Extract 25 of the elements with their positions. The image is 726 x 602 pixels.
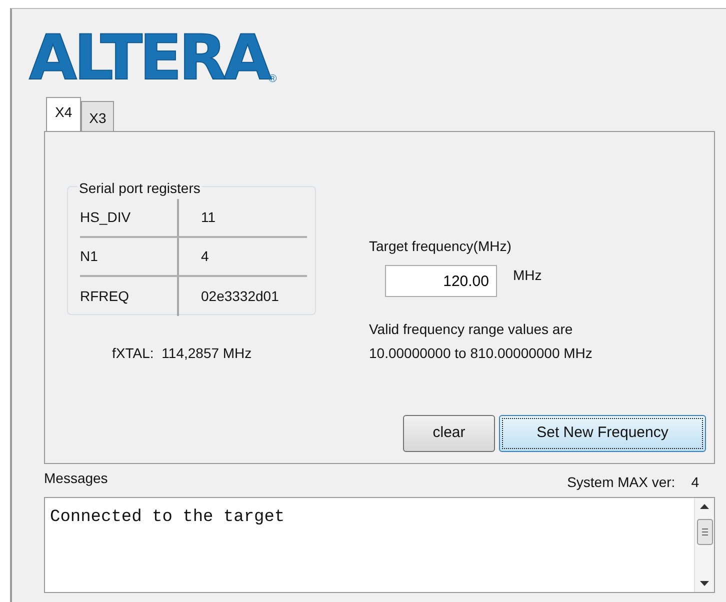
fxtal-label: fXTAL:	[112, 345, 154, 361]
field-label: Target frequency(MHz)	[369, 237, 512, 256]
tab[interactable]: X3	[81, 101, 114, 131]
button[interactable]: clear	[403, 415, 495, 452]
range-text: Valid frequency range values are	[369, 320, 574, 339]
button[interactable]: Set New Frequency	[499, 415, 706, 452]
tab[interactable]: X4	[46, 97, 82, 131]
version-label: System MAX ver:	[567, 474, 676, 490]
version-value: 4	[691, 474, 699, 490]
scroll-thumb[interactable]	[696, 519, 712, 545]
register-name: HS_DIV	[80, 199, 177, 238]
scroll-up-icon[interactable]	[700, 504, 709, 509]
frequency-field[interactable]: 120.00	[385, 265, 497, 297]
unit-label: MHz	[513, 266, 542, 285]
message-text: Connected to the target	[49, 507, 286, 529]
register-value: 11	[177, 199, 307, 238]
scroll-down-icon[interactable]	[700, 581, 709, 586]
range-text: 10.00000000 to 810.00000000 MHz	[369, 344, 594, 363]
fxtal-value: 114,2857 MHz	[162, 345, 252, 361]
register-name: N1	[80, 238, 177, 277]
register-value: 4	[177, 238, 307, 277]
messages-label: Messages	[44, 469, 108, 488]
register-name: RFREQ	[80, 287, 130, 306]
register-value: 02e3332d01	[177, 277, 307, 316]
logo: ALTERA	[29, 27, 269, 89]
